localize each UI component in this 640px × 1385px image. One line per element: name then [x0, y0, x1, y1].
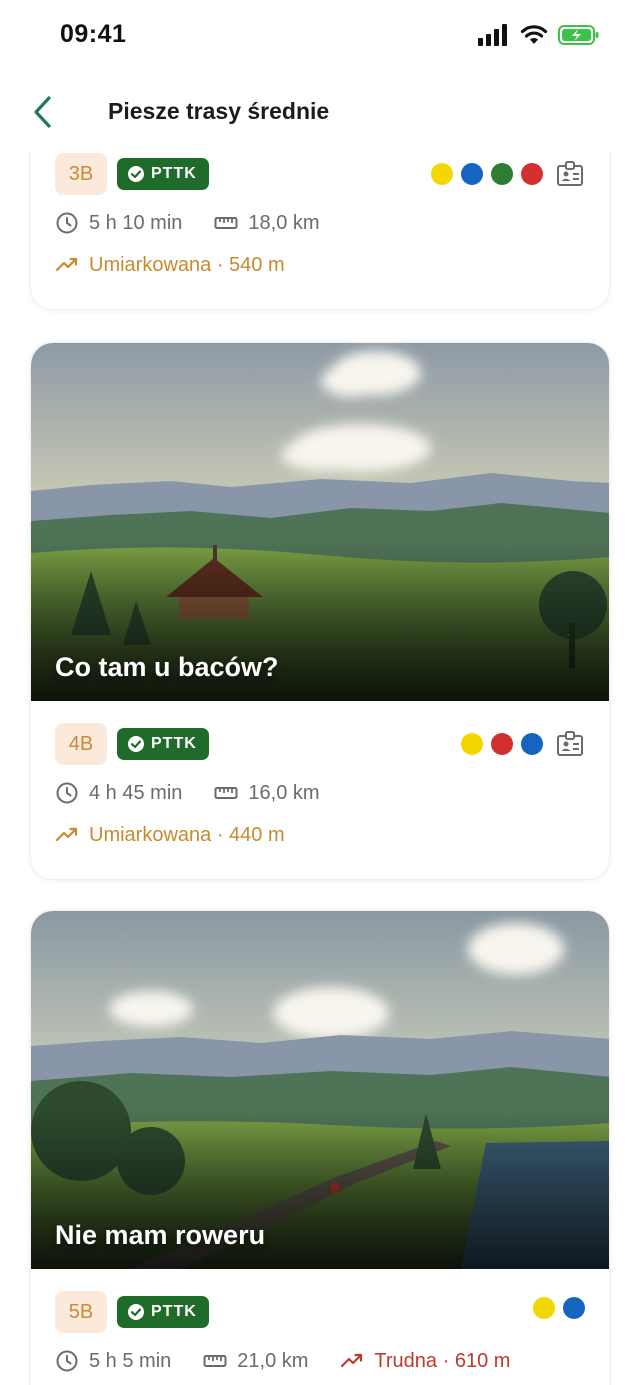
distance-value: 21,0 km: [237, 1349, 309, 1372]
clock-icon: [56, 212, 78, 234]
duration-stat: 5 h 5 min: [55, 1349, 171, 1373]
wifi-icon: [520, 25, 548, 44]
badges-row: 3B PTTK: [55, 153, 209, 195]
trail-markers: [431, 159, 585, 189]
distance-stat: 16,0 km: [214, 781, 320, 805]
pttk-badge: PTTK: [117, 1296, 209, 1328]
route-illustration: Nie mam roweru: [31, 911, 609, 1269]
trail-marker-dot: [563, 1297, 585, 1319]
grade-badge: 3B: [55, 153, 107, 195]
grade-badge: 4B: [55, 723, 107, 765]
duration-value: 5 h 5 min: [89, 1349, 172, 1372]
distance-value: 16,0 km: [248, 781, 320, 804]
difficulty-row: Umiarkowana · 440 m: [55, 823, 285, 847]
pttk-label: PTTK: [151, 735, 197, 752]
route-illustration: Co tam u baców?: [31, 343, 609, 701]
duration-stat: 4 h 45 min: [55, 781, 182, 805]
check-badge-icon: [128, 166, 144, 182]
id-card-icon: [557, 731, 583, 756]
distance-stat: 21,0 km: [203, 1349, 308, 1373]
back-button[interactable]: [22, 92, 62, 132]
route-card-body: 3B PTTK 5 h 10 min 18,0 km Umiarkowana ·…: [31, 152, 609, 309]
duration-value: 4 h 45 min: [89, 781, 183, 804]
distance-stat: 18,0 km: [214, 211, 320, 235]
route-title: Nie mam roweru: [55, 1220, 266, 1250]
route-card-body: 4B PTTK 4 h 45 min 16,0 km Umiarkowana ·…: [31, 701, 609, 879]
trend-up-icon: [55, 257, 78, 272]
ruler-icon: [214, 217, 238, 229]
trail-marker-dot: [461, 733, 483, 755]
route-card[interactable]: Co tam u baców? 4B PTTK 4 h 45 min 16,0 …: [30, 342, 610, 880]
check-badge-icon: [128, 736, 144, 752]
trend-up-icon: [55, 827, 78, 842]
grade-badge: 5B: [55, 1291, 107, 1333]
stats-row: 5 h 10 min 18,0 km: [55, 211, 352, 235]
difficulty-row: Umiarkowana · 540 m: [55, 253, 285, 277]
trail-marker-dot: [521, 733, 543, 755]
route-card[interactable]: 3B PTTK 5 h 10 min 18,0 km Umiarkowana ·…: [30, 152, 610, 310]
difficulty-stat: Trudna · 610 m: [340, 1349, 510, 1373]
stats-row: 5 h 5 min 21,0 km Trudna · 610 m: [55, 1349, 542, 1373]
difficulty-value: Umiarkowana · 440 m: [89, 823, 285, 846]
navigation-bar: Piesze trasy średnie: [0, 72, 640, 152]
trail-marker-dot: [491, 163, 513, 185]
distance-value: 18,0 km: [248, 211, 320, 234]
route-list[interactable]: 3B PTTK 5 h 10 min 18,0 km Umiarkowana ·…: [0, 152, 640, 1385]
duration-stat: 5 h 10 min: [55, 211, 182, 235]
trail-marker-dot: [533, 1297, 555, 1319]
ruler-icon: [214, 787, 238, 799]
check-badge-icon: [128, 1304, 144, 1320]
battery-icon: [558, 25, 599, 45]
badges-row: 5B PTTK: [55, 1291, 209, 1333]
trail-markers: [533, 1297, 585, 1319]
trend-up-icon: [341, 1353, 363, 1368]
difficulty-value: Trudna · 610 m: [374, 1349, 511, 1372]
difficulty-value: Umiarkowana · 540 m: [89, 253, 285, 276]
pttk-badge: PTTK: [117, 728, 209, 760]
id-card-icon: [557, 161, 583, 186]
trail-marker-dot: [431, 163, 453, 185]
stats-row: 4 h 45 min 16,0 km: [55, 781, 352, 805]
trail-marker-dot: [521, 163, 543, 185]
status-icons: [478, 24, 600, 46]
pttk-label: PTTK: [151, 165, 197, 182]
status-bar: 09:41: [0, 0, 640, 72]
trail-marker-dot: [491, 733, 513, 755]
trail-marker-dot: [461, 163, 483, 185]
back-chevron-icon: [34, 96, 51, 128]
pttk-label: PTTK: [151, 1303, 197, 1320]
signal-icon: [478, 24, 507, 46]
ruler-icon: [203, 1355, 227, 1367]
route-card-body: 5B PTTK 5 h 5 min 21,0 km Trudna · 610 m: [31, 1269, 609, 1385]
clock-icon: [56, 782, 78, 804]
pttk-badge: PTTK: [117, 158, 209, 190]
trail-markers: [461, 729, 585, 759]
page-title: Piesze trasy średnie: [108, 98, 330, 124]
duration-value: 5 h 10 min: [89, 211, 183, 234]
clock-icon: [56, 1350, 78, 1372]
badges-row: 4B PTTK: [55, 723, 209, 765]
route-card[interactable]: Nie mam roweru 5B PTTK 5 h 5 min 21,0 km…: [30, 910, 610, 1385]
status-time: 09:41: [60, 20, 127, 48]
route-title: Co tam u baców?: [55, 652, 279, 682]
